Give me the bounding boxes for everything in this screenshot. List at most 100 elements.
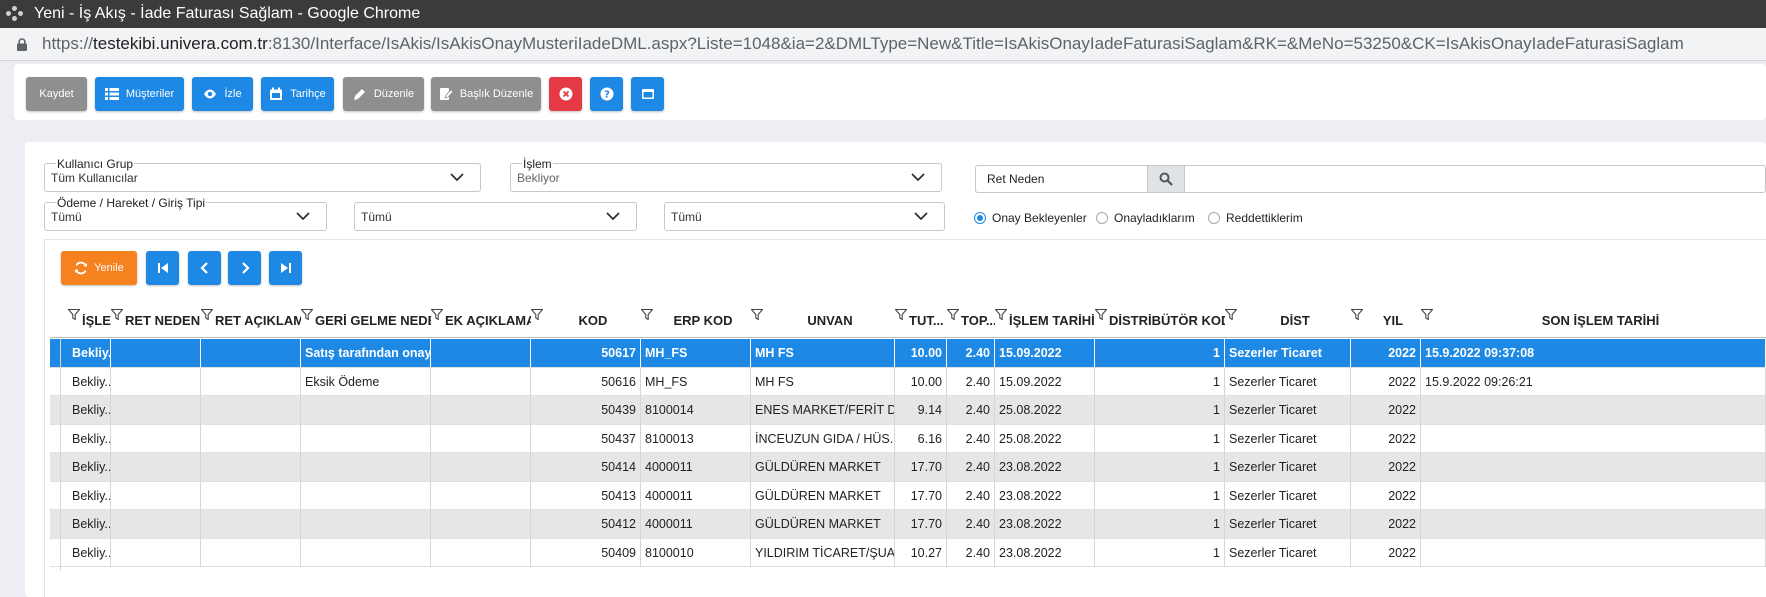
table-row[interactable]: Bekliy... 50409 8100010 YILDIRIM TİCARET/ŞU… (50, 538, 1766, 571)
table-cell: 50439 (531, 396, 641, 425)
table-cell (431, 396, 531, 425)
filter-icon[interactable] (201, 309, 213, 320)
table-row[interactable]: Bekliy... 50437 8100013 İNCEUZUN GIDA / HÜS… (50, 424, 1766, 457)
filter-select-3[interactable]: Tümü (664, 202, 945, 231)
filter-select-2[interactable]: Tümü (354, 202, 637, 231)
first-page-button[interactable] (146, 251, 179, 285)
chevron-down-icon (450, 173, 464, 182)
column-header[interactable]: DİSTRİBÜTÖR KODU (1095, 300, 1225, 338)
operation-select[interactable]: İşlem Bekliyor (510, 157, 942, 192)
table-cell: 23.08.2022 (995, 538, 1095, 567)
column-header[interactable]: TUT... (895, 300, 947, 338)
refresh-button[interactable]: Yenile (61, 251, 137, 285)
column-header[interactable]: DİST (1225, 300, 1351, 338)
next-page-button[interactable] (228, 251, 261, 285)
save-button[interactable]: Kaydet (26, 77, 87, 111)
filter-icon[interactable] (995, 309, 1007, 320)
column-header[interactable]: TOP... (947, 300, 995, 338)
table-row[interactable]: Bekliy... 50413 4000011 GÜLDÜREN MARKET 17.7… (50, 481, 1766, 514)
table-row[interactable]: Bekliy...Satış tarafından onay...50617MH… (50, 339, 1766, 371)
row-selector[interactable] (44, 481, 61, 514)
filter-icon[interactable] (1421, 309, 1433, 320)
filter-icon[interactable] (1225, 309, 1237, 320)
edit-header-button[interactable]: Başlık Düzenle (431, 77, 541, 111)
table-cell: 15.09.2022 (995, 339, 1095, 368)
edit-button[interactable]: Düzenle (343, 77, 424, 111)
table-cell: 50412 (531, 510, 641, 539)
history-button[interactable]: Tarihçe (261, 77, 334, 111)
address-bar[interactable]: https://testekibi.univera.com.tr:8130/In… (0, 28, 1766, 61)
svg-text:?: ? (604, 90, 610, 101)
table-cell: 50616 (531, 367, 641, 396)
table-cell: 2.40 (947, 453, 995, 482)
column-header[interactable]: RET NEDEN (111, 300, 201, 338)
help-button[interactable]: ? (590, 77, 623, 111)
column-header[interactable]: YIL (1351, 300, 1421, 338)
column-header[interactable]: GERİ GELME NEDENİ (301, 300, 431, 338)
table-cell (301, 396, 431, 425)
filter-icon[interactable] (431, 309, 443, 320)
row-selector[interactable] (44, 367, 61, 400)
filter-icon[interactable] (751, 309, 763, 320)
customers-button[interactable]: Müşteriler (95, 77, 184, 111)
search-button[interactable] (1147, 166, 1185, 192)
filter-icon[interactable] (895, 309, 907, 320)
watch-button[interactable]: İzle (192, 77, 253, 111)
column-header[interactable]: RET AÇIKLAMA (201, 300, 301, 338)
table-cell: GÜLDÜREN MARKET (751, 510, 895, 539)
grid-header: İŞLEMRET NEDENRET AÇIKLAMAGERİ GELME NED… (50, 300, 1766, 338)
table-cell: 10.00 (895, 339, 947, 368)
chevron-down-icon (914, 212, 928, 221)
question-circle-icon: ? (600, 87, 613, 101)
filter-icon[interactable] (947, 309, 959, 320)
radio-approved[interactable]: Onayladıklarım (1096, 211, 1195, 225)
row-selector[interactable] (44, 538, 61, 571)
radio-pending[interactable]: Onay Bekleyenler (974, 211, 1087, 225)
table-cell (111, 339, 201, 368)
row-selector[interactable] (44, 396, 61, 428)
row-selector[interactable] (44, 453, 61, 485)
filter-icon[interactable] (68, 309, 80, 320)
user-group-select[interactable]: Kullanıcı Grup Tüm Kullanıcılar (44, 157, 481, 192)
last-page-button[interactable] (269, 251, 302, 285)
filter-icon[interactable] (301, 309, 313, 320)
column-header[interactable]: ERP KOD (641, 300, 751, 338)
reject-reason-field[interactable]: Ret Neden (975, 165, 1766, 193)
table-row[interactable]: Bekliy... 50412 4000011 GÜLDÜREN MARKET 17.7… (50, 510, 1766, 542)
table-cell (1421, 453, 1766, 482)
column-header[interactable]: EK AÇIKLAMA (431, 300, 531, 338)
column-header[interactable]: UNVAN (751, 300, 895, 338)
filter-icon[interactable] (1095, 309, 1107, 320)
payment-type-select[interactable]: Ödeme / Hareket / Giriş Tipi Tümü (44, 196, 327, 231)
table-row[interactable]: Bekliy... 50414 4000011 GÜLDÜREN MARKET 17.7… (50, 453, 1766, 485)
table-cell (431, 339, 531, 368)
calculator-button[interactable] (631, 77, 664, 111)
row-selector[interactable] (44, 424, 61, 457)
column-header[interactable]: SON İŞLEM TARİHİ (1421, 300, 1766, 338)
column-header[interactable]: KOD (531, 300, 641, 338)
filter-icon[interactable] (111, 309, 123, 320)
table-row[interactable]: Bekliy... 50439 8100014 ENES MARKET/FERİT D… (50, 396, 1766, 428)
table-cell: Sezerler Ticaret (1225, 510, 1351, 539)
lock-icon (17, 38, 27, 51)
table-cell (1421, 538, 1766, 567)
column-header[interactable]: İŞLEM TARİHİ (995, 300, 1095, 338)
filter-icon[interactable] (1351, 309, 1363, 320)
table-cell: 2022 (1351, 339, 1421, 368)
row-selector[interactable] (44, 510, 61, 542)
column-header[interactable]: İŞLEM (68, 300, 111, 338)
filter-icon[interactable] (531, 309, 543, 320)
row-selector[interactable] (44, 339, 61, 371)
radio-rejected[interactable]: Reddettiklerim (1208, 211, 1303, 225)
first-page-icon (157, 263, 168, 273)
search-icon (1159, 172, 1173, 186)
prev-page-button[interactable] (188, 251, 221, 285)
table-cell: 25.08.2022 (995, 424, 1095, 453)
table-cell: MH FS (751, 367, 895, 396)
delete-button[interactable] (549, 77, 582, 111)
table-cell: Bekliy... (68, 510, 111, 539)
table-cell: 15.9.2022 09:26:21 (1421, 367, 1766, 396)
table-row[interactable]: Bekliy... Eksik Ödeme 50616 MH_FS MH FS 10.00… (50, 367, 1766, 400)
filter-icon[interactable] (641, 309, 653, 320)
table-cell (301, 538, 431, 567)
